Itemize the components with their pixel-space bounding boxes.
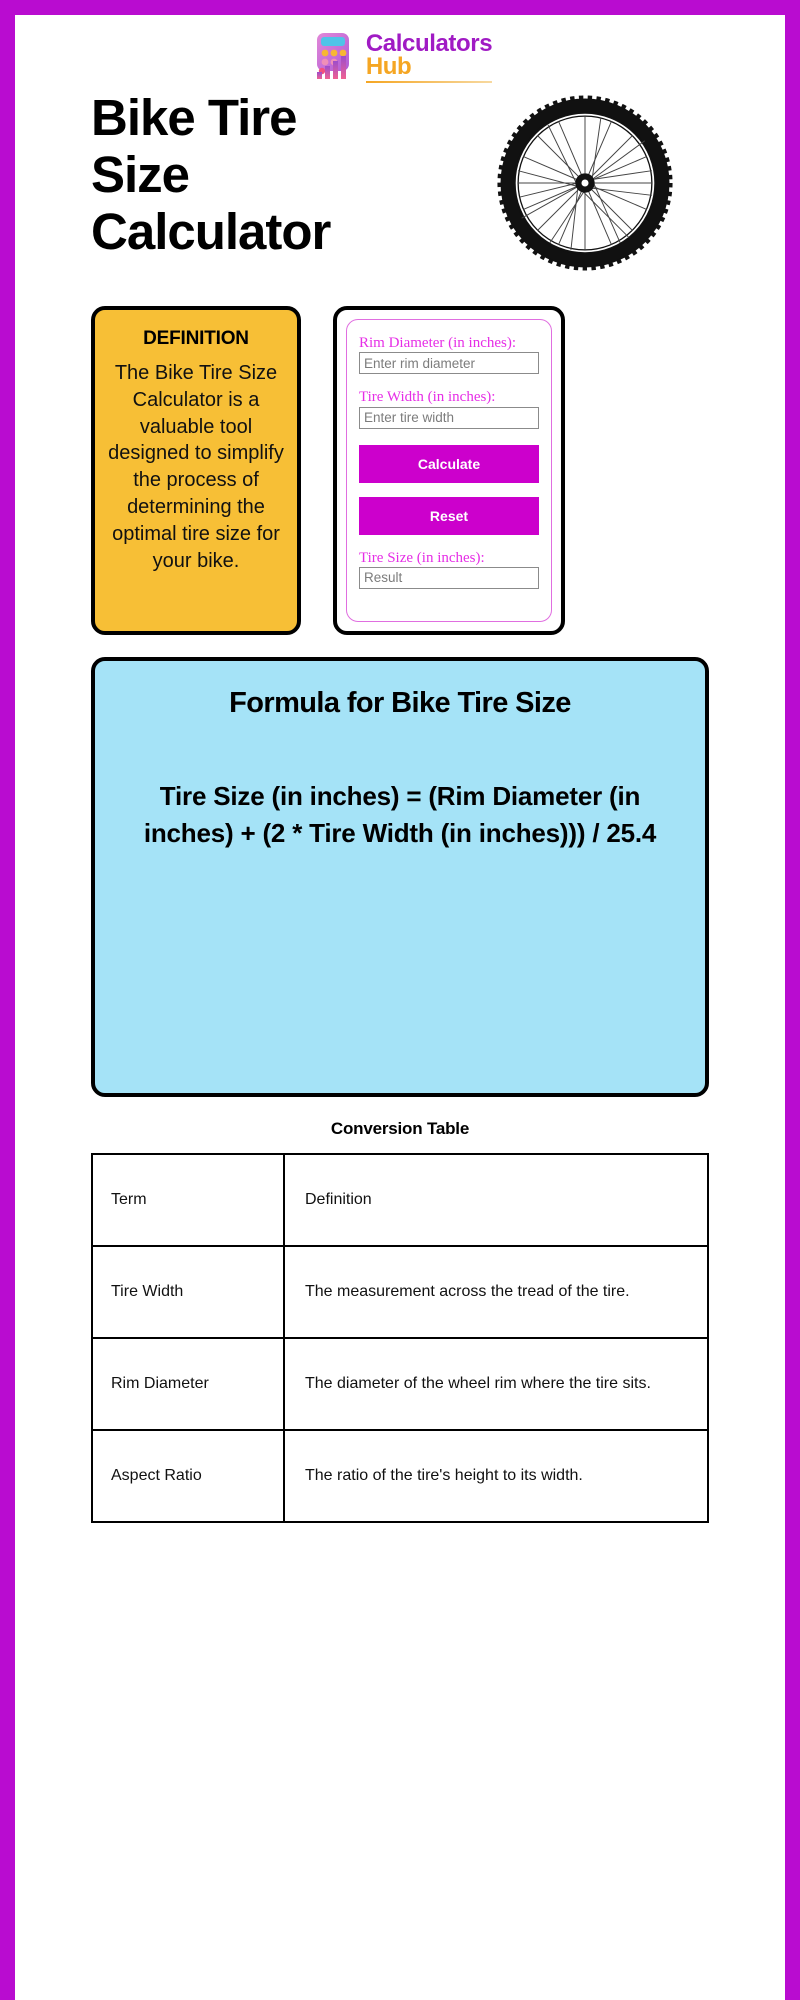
hero-section: Bike Tire Size Calculator <box>15 83 785 288</box>
formula-expression: Tire Size (in inches) = (Rim Diameter (i… <box>143 780 657 848</box>
infographic-canvas: Calculators Hub Bike Tire Size Calculato… <box>15 15 785 2000</box>
logo-underline <box>365 80 493 83</box>
rim-diameter-input[interactable] <box>359 352 539 375</box>
column-header-term: Term <box>91 1152 285 1247</box>
row-definition: The diameter of the wheel rim where the … <box>283 1336 709 1431</box>
definition-card: DEFINITION The Bike Tire Size Calculator… <box>91 306 301 635</box>
reset-button[interactable]: Reset <box>359 496 539 535</box>
tire-width-input[interactable] <box>359 406 539 429</box>
logo-line-hub: Hub <box>365 53 412 80</box>
middle-section: DEFINITION The Bike Tire Size Calculator… <box>15 288 785 635</box>
definition-body: The Bike Tire Size Calculator is a valua… <box>108 362 284 572</box>
logo[interactable]: Calculators Hub <box>308 31 493 83</box>
page-title: Bike Tire Size Calculator <box>91 89 331 261</box>
tire-size-result-output[interactable] <box>359 566 539 589</box>
calculator-form: Rim Diameter (in inches): Tire Width (in… <box>346 319 552 622</box>
calculate-button[interactable]: Calculate <box>359 444 539 483</box>
conversion-table: Term Definition Tire Width The measureme… <box>91 1152 709 1523</box>
calculator-bars-icon <box>308 31 360 81</box>
tire-width-label: Tire Width (in inches): <box>359 389 496 406</box>
table-row: Tire Width The measurement across the tr… <box>91 1244 709 1339</box>
definition-heading: DEFINITION <box>143 328 249 349</box>
column-header-definition: Definition <box>283 1152 709 1247</box>
calculator-card: Rim Diameter (in inches): Tire Width (in… <box>333 306 565 635</box>
formula-card: Formula for Bike Tire Size Tire Size (in… <box>91 656 709 1097</box>
row-definition: The ratio of the tire's height to its wi… <box>283 1428 709 1523</box>
rim-diameter-label: Rim Diameter (in inches): <box>359 335 517 351</box>
table-row: Aspect Ratio The ratio of the tire's hei… <box>91 1428 709 1523</box>
row-term: Tire Width <box>91 1244 285 1339</box>
row-definition: The measurement across the tread of the … <box>283 1244 709 1339</box>
formula-title: Formula for Bike Tire Size <box>229 686 571 719</box>
hero-image <box>385 89 785 271</box>
table-header-row: Term Definition <box>91 1152 709 1247</box>
bike-wheel-icon <box>497 95 673 271</box>
table-row: Rim Diameter The diameter of the wheel r… <box>91 1336 709 1431</box>
conversion-table-title: Conversion Table <box>330 1118 470 1138</box>
row-term: Aspect Ratio <box>91 1428 285 1523</box>
infographic-page: Calculators Hub Bike Tire Size Calculato… <box>0 0 800 2000</box>
logo-wordmark: Calculators Hub <box>365 32 493 83</box>
brand-header: Calculators Hub <box>15 15 785 83</box>
row-term: Rim Diameter <box>91 1336 285 1431</box>
tire-size-result-label: Tire Size (in inches): <box>359 549 485 566</box>
